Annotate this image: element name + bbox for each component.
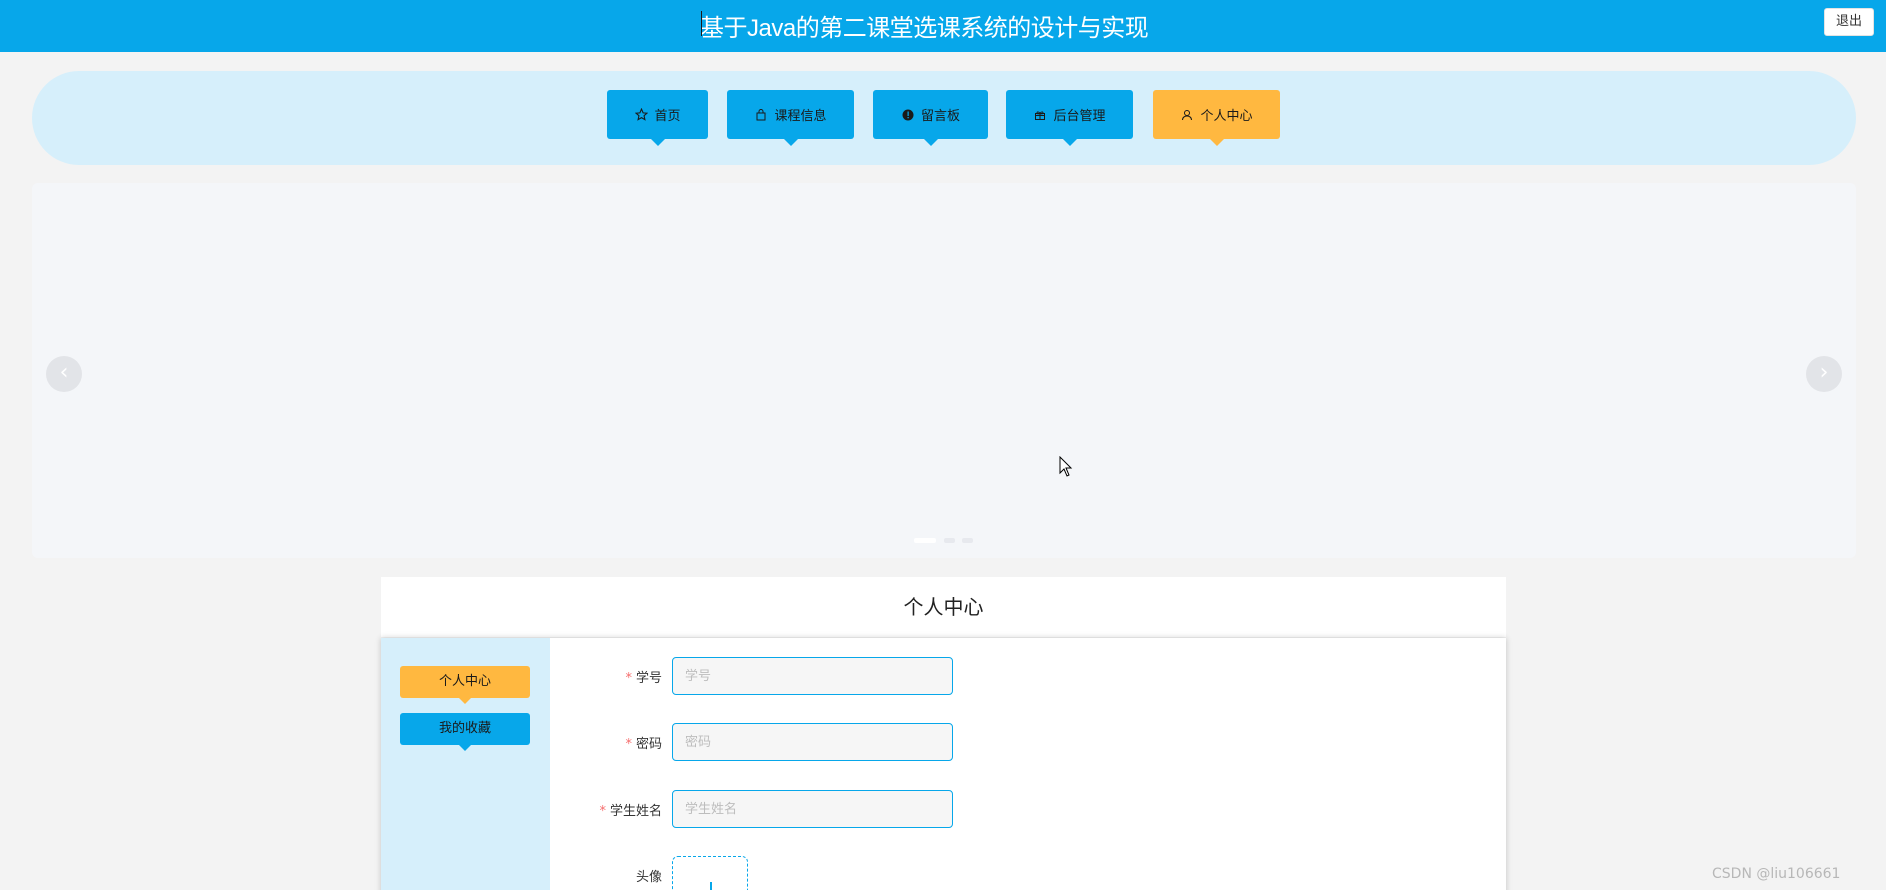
gift-icon bbox=[1033, 108, 1047, 122]
nav-item-personal-center[interactable]: 个人中心 bbox=[1153, 90, 1280, 146]
avatar-label: 头像 bbox=[635, 870, 662, 885]
nav-item-label: 首页 bbox=[654, 109, 681, 124]
page-title: 基于Java的第二课堂选课系统的设计与实现 bbox=[700, 15, 1149, 42]
student-id-input[interactable] bbox=[672, 657, 953, 695]
avatar-upload[interactable] bbox=[672, 856, 748, 890]
nav-item-label: 课程信息 bbox=[774, 109, 827, 124]
watermark: CSDN @liu106661 bbox=[1712, 866, 1841, 882]
student-id-label: * 学号 bbox=[625, 671, 662, 686]
nav-item-label: 后台管理 bbox=[1053, 109, 1106, 124]
mouse-cursor-icon bbox=[1059, 455, 1073, 481]
nav-item-label: 留言板 bbox=[920, 109, 960, 124]
student-name-input[interactable] bbox=[672, 790, 953, 828]
carousel-indicator-3[interactable] bbox=[962, 538, 973, 543]
password-input[interactable] bbox=[672, 723, 953, 761]
nav-item-courses[interactable]: 课程信息 bbox=[727, 90, 854, 146]
plus-icon bbox=[710, 882, 712, 890]
alert-icon bbox=[901, 108, 915, 122]
password-label: * 密码 bbox=[625, 737, 662, 752]
personal-center-header: 个人中心 bbox=[381, 577, 1506, 637]
banner-carousel bbox=[32, 183, 1856, 558]
nav-item-message-board[interactable]: 留言板 bbox=[873, 90, 988, 146]
carousel-indicator-2[interactable] bbox=[944, 538, 955, 543]
student-name-label: * 学生姓名 bbox=[599, 804, 662, 819]
carousel-prev-button[interactable]: ‹ bbox=[46, 356, 82, 392]
carousel-next-button[interactable]: › bbox=[1806, 356, 1842, 392]
nav-item-label: 个人中心 bbox=[1200, 109, 1253, 124]
nav-item-home[interactable]: 首页 bbox=[607, 90, 708, 146]
text-caret bbox=[701, 11, 702, 36]
nav-item-admin[interactable]: 后台管理 bbox=[1006, 90, 1133, 146]
star-icon bbox=[634, 108, 648, 122]
personal-center-title: 个人中心 bbox=[903, 595, 984, 619]
logout-button[interactable]: 退出 bbox=[1824, 8, 1874, 36]
user-icon bbox=[1180, 108, 1194, 122]
carousel-indicator-1[interactable] bbox=[914, 538, 936, 543]
bag-icon bbox=[754, 108, 768, 122]
